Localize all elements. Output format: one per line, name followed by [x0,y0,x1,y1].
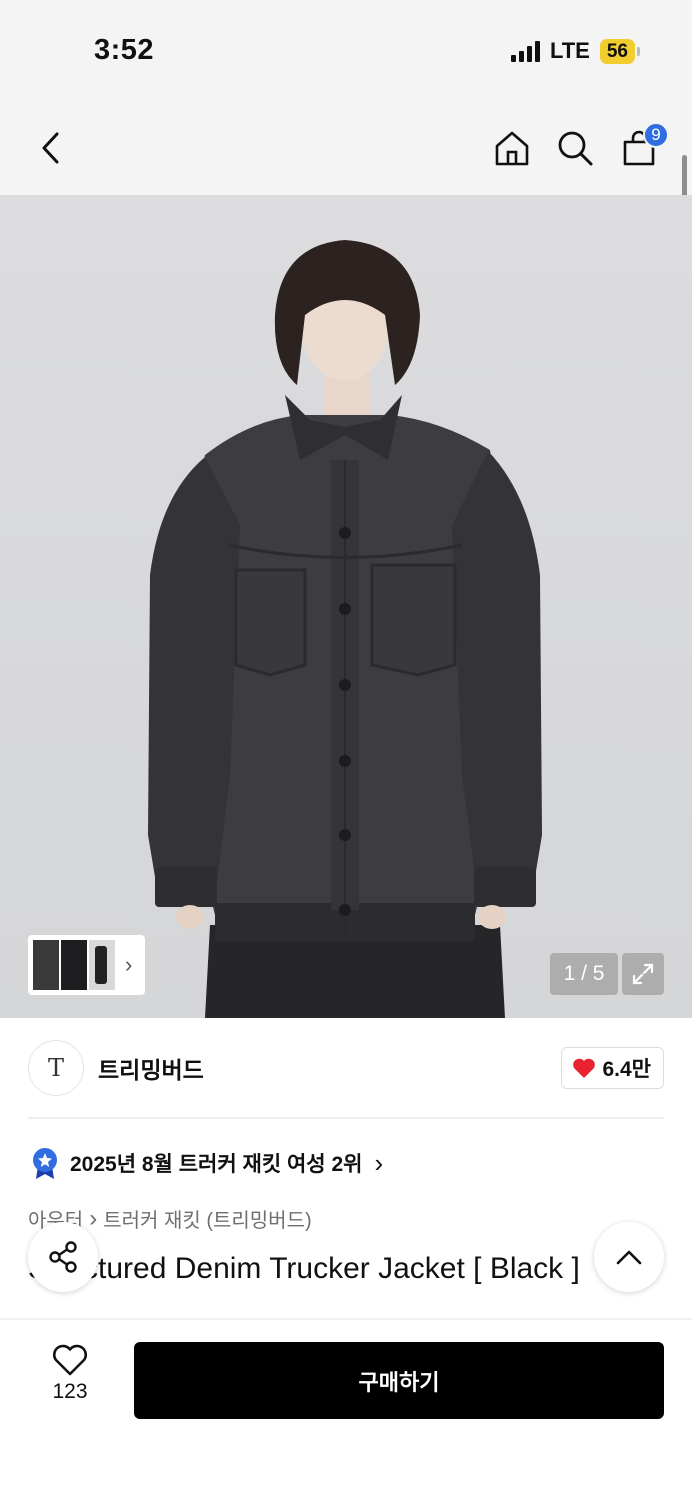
wishlist-button[interactable]: 123 [40,1344,100,1404]
heart-outline-icon [53,1344,87,1376]
breadcrumb-item-trucker-jacket[interactable]: 트러커 재킷 (트리밍버드) [103,1204,311,1233]
network-type: LTE [549,38,590,63]
back-icon [42,132,59,164]
chevron-right-icon: › [125,952,133,977]
back-button[interactable] [26,124,74,172]
share-icon [49,1241,77,1273]
image-counter: 1 / 5 [550,953,618,995]
cart-count-badge: 9 [643,122,669,148]
status-indicators: LTE 56 [510,38,640,64]
ranking-text: 2025년 8월 트러커 재킷 여성 2위 [70,1153,363,1176]
status-bar: 3:52 LTE 56 [0,0,692,100]
product-title: Structured Denim Trucker Jacket [ Black … [28,1252,580,1285]
product-image-gallery[interactable]: › 1 / 5 [0,195,692,1018]
brand-logo[interactable]: T [28,1040,84,1096]
chevron-up-icon [616,1250,642,1265]
rank-badge-icon [33,1148,57,1179]
thumbnail-image[interactable] [33,940,59,990]
signal-icon [510,40,540,62]
share-button[interactable] [28,1222,98,1292]
status-time: 3:52 [94,34,155,66]
brand-like-button[interactable]: 6.4만 [561,1047,664,1089]
brand-like-count: 6.4만 [602,1058,651,1081]
thumbnail-image[interactable] [61,940,87,990]
battery-icon: 56 [599,38,640,64]
home-icon [495,131,529,166]
breadcrumb-separator: › [89,1204,98,1232]
expand-button[interactable] [622,953,664,995]
top-nav-bar: 9 [0,100,692,195]
expand-icon [632,963,654,985]
brand-row: T 트리밍버드 6.4만 [28,1040,664,1096]
ranking-link[interactable]: 2025년 8월 트러커 재킷 여성 2위 › [30,1146,383,1180]
cart-button[interactable]: 9 [615,122,669,172]
home-button[interactable] [488,124,536,172]
product-photo [148,240,542,1018]
search-icon [558,131,593,166]
thumbnail-strip[interactable]: › [28,935,145,995]
scroll-to-top-button[interactable] [594,1222,664,1292]
bottom-bar-divider [0,1318,692,1320]
buy-button[interactable]: 구매하기 [134,1342,664,1419]
battery-level: 56 [599,38,635,64]
chevron-right-icon: › [374,1147,384,1178]
heart-icon [573,1058,596,1078]
divider [28,1117,664,1119]
brand-name[interactable]: 트리밍버드 [98,1051,204,1085]
wishlist-count: 123 [52,1380,88,1403]
search-button[interactable] [551,124,599,172]
thumbnail-image[interactable] [89,940,115,990]
